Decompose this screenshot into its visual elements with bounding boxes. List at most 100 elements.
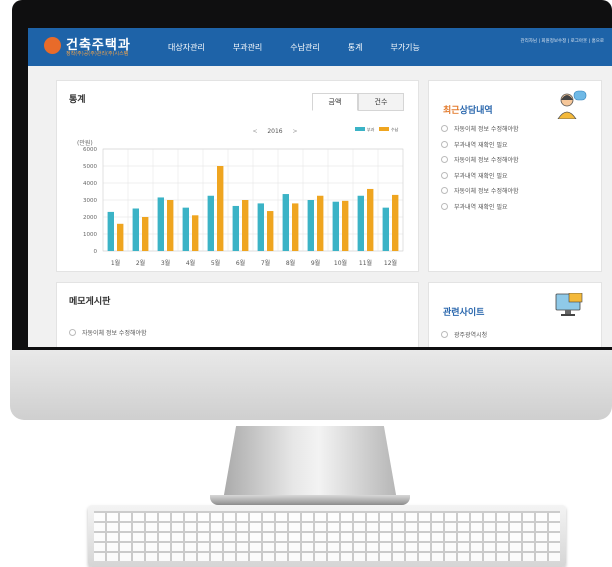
consultant-avatar-icon [557, 90, 587, 119]
recent-title: 최근상담내역 [443, 106, 493, 116]
bar-charge [282, 194, 289, 251]
bar-charge [382, 207, 389, 251]
ad-monitor-icon [555, 293, 583, 316]
monitor-chin [10, 350, 612, 420]
bar-payment [167, 200, 174, 251]
main-nav: 대상자관리 부과관리 수납관리 통계 부가기능 [168, 42, 420, 53]
bullet-icon [441, 331, 448, 339]
year-prev-icon: < [252, 128, 257, 135]
monitor-base [210, 495, 410, 505]
year-label: 2016 [267, 128, 282, 135]
bar-payment [117, 223, 124, 251]
logo-icon [44, 37, 61, 54]
bullet-icon [441, 187, 448, 195]
list-item[interactable]: 자동이체 정보 수정해야함 [69, 325, 147, 341]
nav-item-payment[interactable]: 수납관리 [290, 42, 319, 53]
stats-bar-chart: (만원) < 2016 > 부과 수납 0 1000 2000 3000 4000 5000 6000 1… [77, 126, 404, 267]
bar-payment [267, 211, 274, 251]
bar-payment [217, 166, 224, 251]
y-tick-label: 4000 [83, 181, 97, 187]
list-item[interactable]: 부과내역 재확인 필요 [441, 137, 519, 153]
bar-payment [342, 200, 349, 251]
x-tick-label: 5월 [211, 259, 220, 267]
list-item[interactable]: 자동이체 정보 수정해야함 [441, 183, 519, 199]
bar-charge [107, 211, 114, 251]
bar-payment [292, 203, 299, 251]
x-tick-label: 10월 [334, 259, 347, 267]
recent-consult-panel: 최근상담내역 자동이체 정보 수정해야함 부과내역 재확인 필요 자동이체 정보… [428, 80, 602, 272]
bar-payment [242, 200, 249, 251]
bar-payment [392, 194, 399, 251]
monitor-bezel: 건축주택과 정착(주)공(주)관리(주)시스템 대상자관리 부과관리 수납관리 … [12, 0, 612, 352]
list-item[interactable]: 자동이체 정보 수정해야함 [441, 152, 519, 168]
bar-charge [207, 195, 214, 251]
monitor-stand [222, 426, 398, 506]
bullet-icon [441, 156, 448, 164]
legend-label: 부과 [367, 126, 375, 132]
x-tick-label: 11월 [359, 259, 372, 267]
bar-charge [232, 205, 239, 251]
bullet-icon [69, 329, 76, 337]
y-tick-label: 5000 [83, 164, 97, 170]
y-tick-label: 1000 [83, 232, 97, 238]
legend-swatch [379, 127, 389, 131]
related-list: 광주광역시청 [441, 327, 487, 343]
screen: 건축주택과 정착(주)공(주)관리(주)시스템 대상자관리 부과관리 수납관리 … [28, 28, 612, 347]
tab-amount[interactable]: 금액 [312, 93, 358, 111]
y-tick-label: 0 [94, 249, 98, 255]
header: 건축주택과 정착(주)공(주)관리(주)시스템 대상자관리 부과관리 수납관리 … [28, 28, 612, 66]
legend-swatch [355, 127, 365, 131]
list-item[interactable]: 부과내역 재확인 필요 [441, 168, 519, 184]
tab-count[interactable]: 건수 [358, 93, 404, 111]
x-tick-label: 2월 [136, 259, 145, 267]
related-sites-panel: 관련사이트 광주광역시청 [428, 282, 602, 347]
keyboard-keys [94, 511, 560, 561]
nav-item-stats[interactable]: 통계 [348, 42, 363, 53]
y-tick-label: 3000 [83, 198, 97, 204]
nav-item-charge[interactable]: 부과관리 [233, 42, 262, 53]
bar-charge [157, 197, 164, 251]
x-tick-label: 8월 [286, 259, 295, 267]
recent-list: 자동이체 정보 수정해야함 부과내역 재확인 필요 자동이체 정보 수정해야함 … [441, 121, 519, 214]
x-tick-label: 9월 [311, 259, 320, 267]
memo-list: 자동이체 정보 수정해야함 [69, 325, 147, 341]
related-title: 관련사이트 [443, 308, 485, 318]
bar-charge [257, 203, 264, 251]
x-tick-label: 12월 [384, 259, 397, 267]
nav-item-target[interactable]: 대상자관리 [168, 42, 205, 53]
bullet-icon [441, 202, 448, 210]
bar-charge [357, 195, 364, 251]
logo-subtitle: 정착(주)공(주)관리(주)시스템 [66, 51, 129, 57]
bar-charge [307, 200, 314, 251]
stats-tabs: 금액 건수 [312, 93, 404, 111]
unit-label: (만원) [77, 139, 93, 147]
utility-links[interactable]: 관리자님 | 회원정보수정 | 로그아웃 | 홈으로 [520, 38, 604, 44]
bar-charge [332, 201, 339, 251]
x-tick-label: 3월 [161, 259, 170, 267]
bullet-icon [441, 140, 448, 148]
list-item[interactable]: 부과내역 재확인 필요 [441, 199, 519, 215]
memo-board-panel: 메모게시판 자동이체 정보 수정해야함 [56, 282, 419, 347]
bar-payment [142, 217, 149, 251]
y-tick-label: 6000 [83, 147, 97, 153]
memo-title: 메모게시판 [69, 297, 111, 307]
legend-label: 수납 [391, 126, 399, 132]
bullet-icon [441, 171, 448, 179]
stats-title: 통계 [69, 95, 86, 105]
list-item[interactable]: 자동이체 정보 수정해야함 [441, 121, 519, 137]
stats-panel: 통계 금액 건수 (만원) <2016 > 부과 수납 0 1000 2000 3000 4000… [56, 80, 419, 272]
x-tick-label: 1월 [111, 259, 120, 267]
x-tick-label: 7월 [261, 259, 270, 267]
year-next-icon: > [292, 128, 297, 135]
x-tick-label: 4월 [186, 259, 195, 267]
keyboard [88, 505, 566, 567]
list-item[interactable]: 광주광역시청 [441, 327, 487, 343]
y-tick-label: 2000 [83, 215, 97, 221]
bar-payment [367, 188, 374, 251]
bar-charge [182, 207, 189, 251]
bullet-icon [441, 125, 448, 133]
monitor: 건축주택과 정착(주)공(주)관리(주)시스템 대상자관리 부과관리 수납관리 … [10, 0, 612, 425]
nav-item-extras[interactable]: 부가기능 [390, 42, 419, 53]
bar-charge [132, 208, 139, 251]
x-tick-label: 6월 [236, 259, 245, 267]
